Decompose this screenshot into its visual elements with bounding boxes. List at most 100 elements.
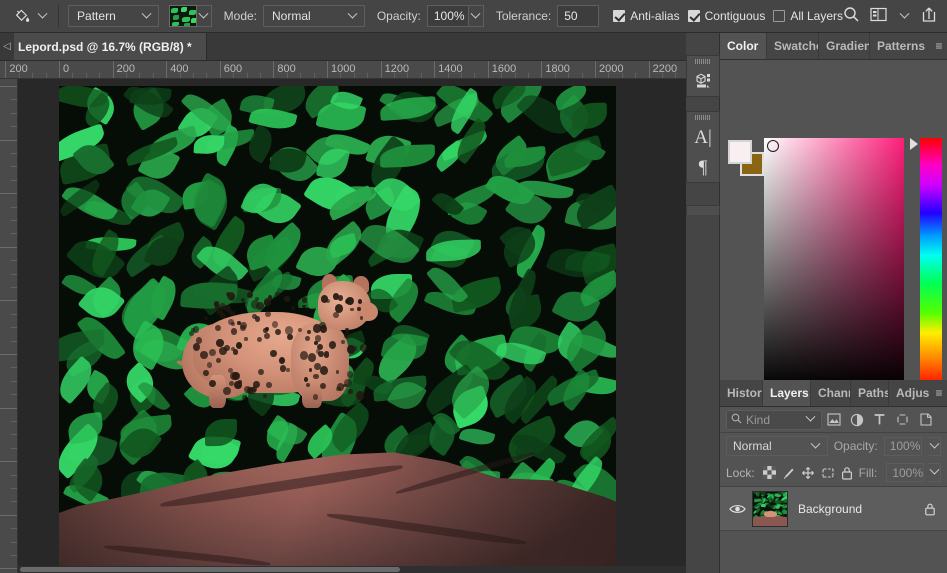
panel-grip[interactable] [695,115,711,120]
fill-source-select[interactable]: Pattern [68,5,159,27]
ruler-minor-tick [11,340,17,342]
ruler-major-mark [273,61,275,78]
opacity-input[interactable]: 100% [426,5,469,27]
ruler-minor-tick [11,367,17,369]
leaf-shape [761,491,767,495]
leopard-spot [229,294,236,301]
blend-mode-select[interactable]: Normal [263,5,365,27]
ruler-label: 1600 [491,63,517,75]
tab-color[interactable]: Color [720,33,767,59]
lock-position-icon[interactable] [800,462,815,484]
tab-swatches[interactable]: Swatches [767,33,819,59]
hue-slider-marker[interactable] [910,138,918,150]
tab-adjustments[interactable]: Adjustments [889,380,929,406]
filter-smart-object-icon[interactable] [914,409,937,431]
filter-pixel-icon[interactable] [822,409,845,431]
foreground-color-swatch[interactable] [728,140,752,164]
tool-preset-chevron-down-icon[interactable] [36,5,49,27]
paint-bucket-icon[interactable] [8,4,36,28]
tolerance-input[interactable]: 50 [557,5,600,27]
pattern-chevron-down-icon[interactable] [196,5,212,27]
pattern-swatch[interactable] [168,5,197,27]
ruler-major-mark [434,61,436,78]
tab-layers-label: Layers [770,386,809,400]
leopard-spot [340,339,345,345]
right-panel-dock: Color Swatches Gradients Patterns ≡ [720,33,947,573]
document-tab[interactable]: Lepord.psd @ 16.7% (RGB/8) * [14,33,207,60]
filter-shape-icon[interactable] [891,409,914,431]
leopard-spot [255,316,261,322]
anti-alias-checkbox[interactable]: Anti-alias [613,9,680,23]
hue-slider[interactable] [920,138,942,388]
tab-gradients-label: Gradients [826,39,869,53]
layer-blend-mode-select[interactable]: Normal [726,436,828,456]
leopard-spot [313,373,319,380]
chevron-left-icon[interactable]: ◁ [0,33,14,60]
layer-locked-icon[interactable] [921,502,939,516]
ruler-minor-tick [11,179,17,181]
layer-opacity-input[interactable]: 100% [883,436,922,456]
leopard-spot [219,347,227,355]
table-row[interactable]: Background [720,487,947,531]
lock-transparent-pixels-icon[interactable] [762,462,777,484]
leopard-spot [353,346,358,351]
tab-patterns[interactable]: Patterns [870,33,930,59]
tab-layers[interactable]: Layers [763,380,811,406]
canvas-horizontal-scrollbar[interactable] [18,566,686,573]
layer-thumbnail[interactable] [752,490,788,527]
opacity-value: 100% [433,9,465,23]
panel-icon-strip: « A| ¶ [686,33,720,573]
ruler-major-mark [0,300,17,302]
panel-grip[interactable] [695,59,711,64]
all-layers-checkbox[interactable]: All Layers [773,9,843,23]
options-bar-right-icons [843,5,939,27]
paragraph-panel-icon[interactable]: ¶ [686,152,720,182]
opacity-chevron-down-icon[interactable] [468,5,484,27]
ruler-major-mark [0,461,17,463]
layer-kind-select[interactable]: Kind [726,409,822,430]
color-picker-cursor[interactable] [767,140,779,152]
layer-fill-chevron-down-icon[interactable] [928,463,942,482]
workspace-icon[interactable] [870,7,887,25]
tab-channels[interactable]: Channels [811,380,851,406]
tab-history[interactable]: History [720,380,763,406]
ruler-major-mark [219,61,221,78]
layers-list-empty-area[interactable] [720,531,947,573]
layer-kind-label: Kind [746,412,771,427]
character-panel-icon[interactable]: A| [686,122,720,152]
horizontal-ruler[interactable]: 200 0 200 400 600 800 1000 1200 1400 1600 1800 2000… [0,61,686,79]
panel-menu-icon[interactable]: ≡ [931,33,947,59]
leopard-spot [315,349,320,354]
layer-visibility-eye-icon[interactable] [722,503,752,515]
lock-artboard-icon[interactable] [820,462,835,484]
leopard-spot [191,328,195,332]
share-export-icon[interactable] [921,6,937,26]
scrollbar-thumb[interactable] [20,567,400,572]
search-icon[interactable] [843,6,860,26]
lock-image-pixels-icon[interactable] [781,462,796,484]
artboard[interactable] [59,86,616,573]
ruler-major-mark [166,61,168,78]
tab-paths[interactable]: Paths [851,380,889,406]
type-panels-group: A| ¶ [686,111,720,183]
filter-type-icon[interactable] [868,409,891,431]
ruler-minor-tick [11,273,17,275]
layer-opacity-chevron-down-icon[interactable] [928,436,941,456]
leopard-spot [319,366,328,375]
libraries-icon[interactable] [686,66,720,96]
ruler-minor-tick [11,153,17,154]
ruler-major-mark [595,61,596,78]
ruler-label: 1800 [545,63,570,75]
layers-panel-tabs: History Layers Channels Paths Adjustment… [720,380,947,407]
panel-menu-icon[interactable]: ≡ [931,380,947,406]
ruler-minor-tick [11,220,17,221]
saturation-value-field[interactable] [764,138,904,388]
tab-gradients[interactable]: Gradients [819,33,870,59]
vertical-ruler[interactable] [0,79,18,573]
filter-adjustment-icon[interactable] [845,409,868,431]
contiguous-checkbox[interactable]: Contiguous [687,9,765,23]
canvas-area[interactable] [18,79,686,573]
workspace-chevron-down-icon[interactable] [897,5,911,27]
lock-all-icon[interactable] [839,462,854,484]
layer-fill-input[interactable]: 100% [886,463,925,482]
